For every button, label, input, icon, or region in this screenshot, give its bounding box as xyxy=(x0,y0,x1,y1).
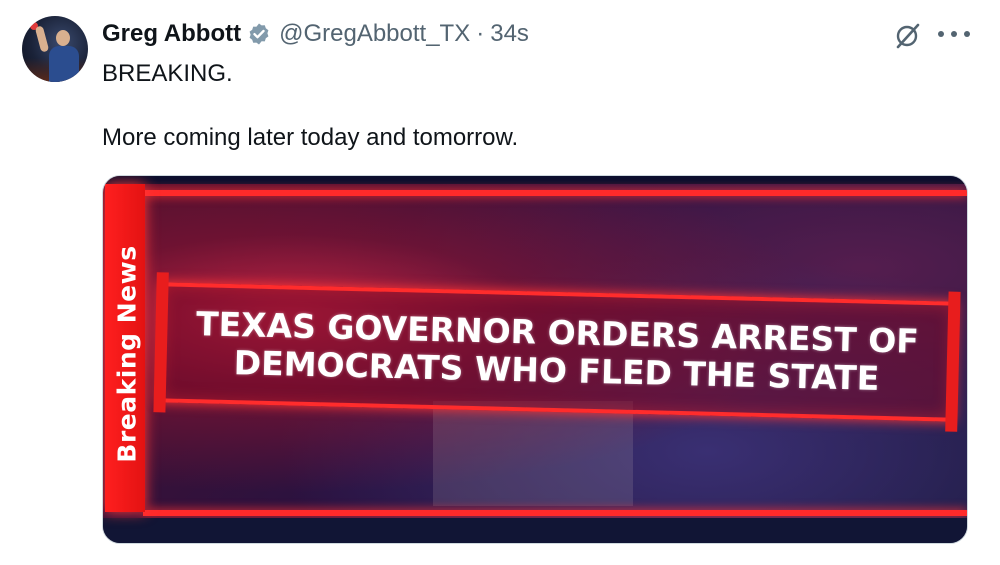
tweet-card[interactable]: Greg Abbott @GregAbbott_TX · 34s BREAKIN… xyxy=(0,0,1000,565)
more-icon[interactable] xyxy=(938,20,970,48)
more-dot xyxy=(938,31,944,37)
tweet-media-image[interactable]: Breaking News TEXAS GOVERNOR ORDERS ARRE… xyxy=(102,175,968,544)
more-dot xyxy=(951,31,957,37)
breaking-news-label: Breaking News xyxy=(112,245,142,463)
avatar-head xyxy=(56,30,70,46)
tweet-header: Greg Abbott @GregAbbott_TX · 34s xyxy=(102,18,529,50)
more-dot xyxy=(964,31,970,37)
timestamp[interactable]: 34s xyxy=(490,20,529,48)
avatar[interactable] xyxy=(22,16,88,82)
grok-icon[interactable] xyxy=(893,22,921,50)
tweet-line: BREAKING. xyxy=(102,60,233,87)
headline: TEXAS GOVERNOR ORDERS ARREST OF DEMOCRAT… xyxy=(162,286,953,417)
red-bottom-rail xyxy=(143,510,967,516)
separator-dot: · xyxy=(476,20,485,47)
tweet-line: More coming later today and tomorrow. xyxy=(102,124,519,151)
breaking-news-band: Breaking News xyxy=(105,184,145,512)
avatar-arm xyxy=(34,25,50,53)
screen-bottom-edge xyxy=(103,518,967,543)
headline-box: TEXAS GOVERNOR ORDERS ARREST OF DEMOCRAT… xyxy=(157,282,957,422)
screen-glare xyxy=(433,401,633,506)
handle[interactable]: @GregAbbott_TX xyxy=(279,20,470,48)
tweet-text: BREAKING. More coming later today and to… xyxy=(102,58,942,154)
verified-badge-icon[interactable] xyxy=(247,22,271,46)
red-top-rail xyxy=(143,190,967,196)
display-name[interactable]: Greg Abbott xyxy=(102,20,241,48)
avatar-body xyxy=(49,46,79,82)
screen-top-edge xyxy=(103,176,967,184)
